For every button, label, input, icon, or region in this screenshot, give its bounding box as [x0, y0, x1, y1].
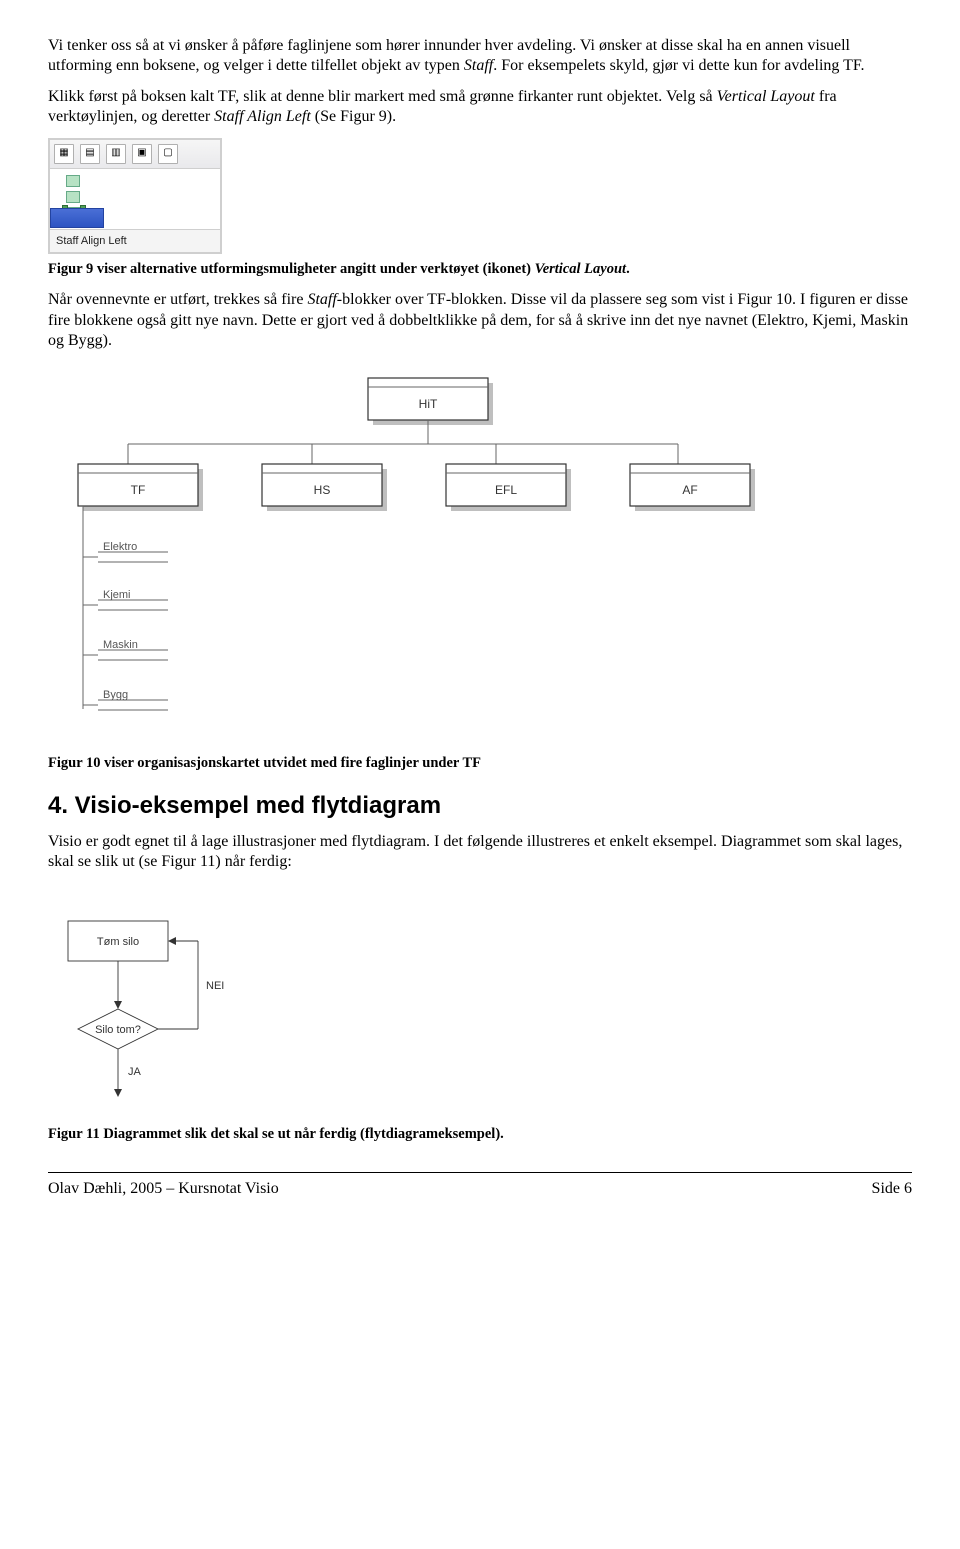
page-footer: Olav Dæhli, 2005 – Kursnotat Visio Side …: [48, 1177, 912, 1199]
figure-11-flowchart: Tøm silo Silo tom? NEI JA: [48, 897, 288, 1107]
section-heading-4: 4. Visio-eksempel med flytdiagram: [48, 791, 912, 822]
staff-label: Elektro: [103, 541, 137, 553]
selection-bar: [50, 208, 104, 228]
caption-italic: Vertical Layout: [535, 261, 626, 277]
toolbar-icon: ▦: [54, 144, 74, 164]
org-label: EFL: [495, 483, 517, 497]
text: Klikk først på boksen kalt TF, slik at d…: [48, 88, 717, 105]
flow-branch-ja: JA: [128, 1066, 142, 1078]
org-label: TF: [131, 483, 146, 497]
paragraph: Når ovennevnte er utført, trekkes så fir…: [48, 290, 912, 351]
flow-process-label: Tøm silo: [97, 936, 139, 948]
figure-11-caption: Figur 11 Diagrammet slik det skal se ut …: [48, 1125, 912, 1144]
caption-text: Figur 9 viser alternative utformingsmuli…: [48, 261, 535, 277]
text: (Se Figur 9).: [311, 108, 396, 125]
term-staff: Staff: [307, 291, 336, 308]
text: Når ovennevnte er utført, trekkes så fir…: [48, 291, 307, 308]
figure-10-caption: Figur 10 viser organisasjonskartet utvid…: [48, 754, 912, 773]
arrow-head-icon: [114, 1089, 122, 1097]
arrow-head-icon: [168, 937, 176, 945]
footer-left: Olav Dæhli, 2005 – Kursnotat Visio: [48, 1179, 279, 1199]
paragraph: Vi tenker oss så at vi ønsker å påføre f…: [48, 36, 912, 77]
layout-option-icon: [66, 191, 80, 203]
footer-divider: [48, 1172, 912, 1173]
org-label: HS: [314, 483, 331, 497]
term-staff: Staff: [464, 57, 493, 74]
text: . For eksempelets skyld, gjør vi dette k…: [493, 57, 864, 74]
paragraph: Visio er godt egnet til å lage illustras…: [48, 832, 912, 873]
paragraph: Klikk først på boksen kalt TF, slik at d…: [48, 87, 912, 128]
org-label: AF: [682, 483, 697, 497]
status-text: Staff Align Left: [56, 234, 127, 248]
toolbar-icon: ▤: [80, 144, 100, 164]
toolbar-icon: ▥: [106, 144, 126, 164]
layout-option-icon: [66, 175, 80, 187]
term-vertical-layout: Vertical Layout: [717, 88, 815, 105]
toolbar-icon: ▢: [158, 144, 178, 164]
staff-label: Maskin: [103, 639, 138, 651]
staff-label: Kjemi: [103, 589, 131, 601]
flow-decision-label: Silo tom?: [95, 1024, 141, 1036]
org-label-top: HiT: [419, 397, 438, 411]
figure-9-caption: Figur 9 viser alternative utformingsmuli…: [48, 260, 912, 279]
flow-branch-nei: NEI: [206, 980, 224, 992]
footer-right: Side 6: [872, 1179, 912, 1199]
figure-9-toolbar-screenshot: ▦ ▤ ▥ ▣ ▢ Staff Align Left: [48, 138, 222, 254]
term-staff-align-left: Staff Align Left: [214, 108, 311, 125]
status-bar: Staff Align Left: [50, 229, 220, 252]
figure-10-org-chart: HiT TF HS EFL AF Elektro Kjemi Maskin By…: [48, 374, 768, 734]
arrow-head-icon: [114, 1001, 122, 1009]
visio-toolbar: ▦ ▤ ▥ ▣ ▢: [50, 140, 220, 169]
toolbar-icon: ▣: [132, 144, 152, 164]
staff-label: Bygg: [103, 689, 128, 701]
caption-text: .: [626, 261, 630, 277]
